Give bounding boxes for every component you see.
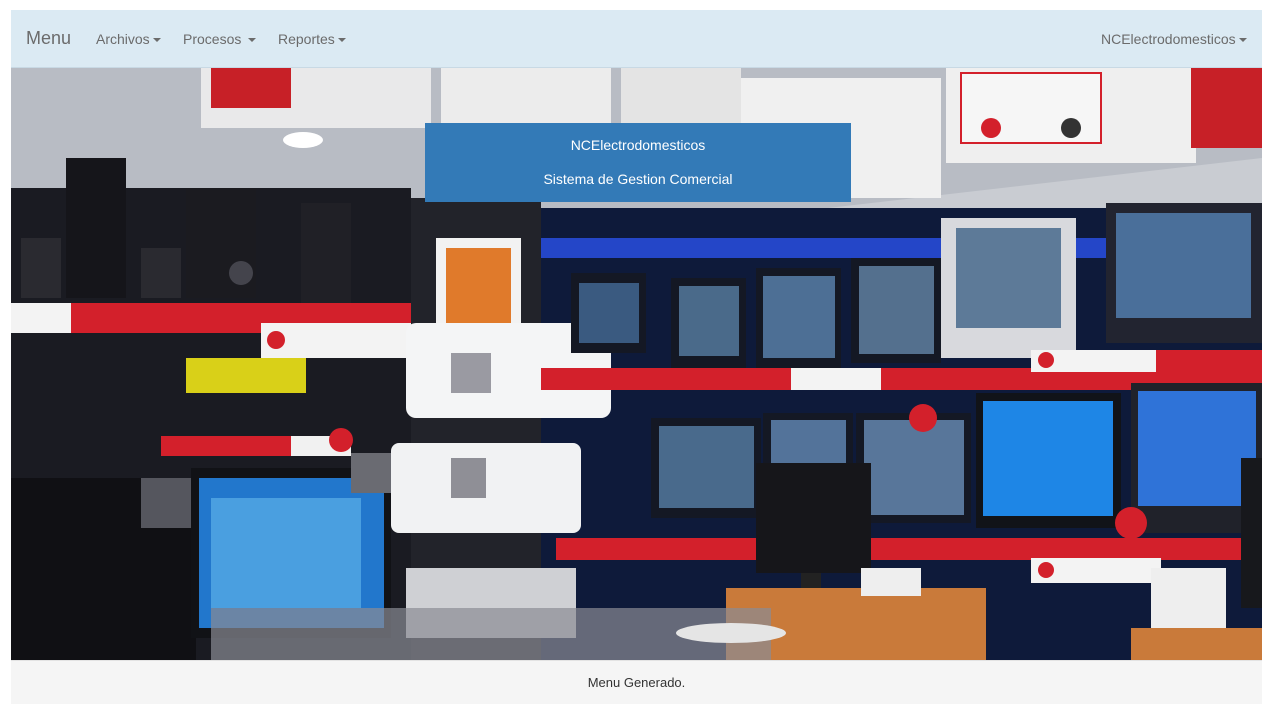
- nav-reportes-label: Reportes: [278, 31, 335, 47]
- status-message: Menu Generado.: [587, 675, 686, 690]
- nav-procesos[interactable]: Procesos: [183, 31, 257, 47]
- caret-down-icon: [152, 38, 161, 43]
- system-subtitle: Sistema de Gestion Comercial: [543, 171, 733, 187]
- nav-archivos[interactable]: Archivos: [96, 31, 161, 47]
- app-frame: Menu Archivos Procesos Reportes NCElectr…: [11, 10, 1262, 704]
- nav-reportes[interactable]: Reportes: [278, 31, 346, 47]
- status-footer: Menu Generado.: [11, 660, 1262, 704]
- nav-archivos-label: Archivos: [96, 31, 150, 47]
- caret-down-icon: [337, 38, 346, 43]
- company-name: NCElectrodomesticos: [570, 137, 706, 153]
- store-hero-image: NCElectrodomesticos Sistema de Gestion C…: [11, 68, 1262, 660]
- user-menu[interactable]: NCElectrodomesticos: [1101, 31, 1247, 47]
- nav-procesos-label: Procesos: [183, 31, 242, 47]
- menu-brand[interactable]: Menu: [26, 28, 71, 49]
- user-menu-label: NCElectrodomesticos: [1101, 31, 1236, 47]
- caret-down-icon: [1238, 38, 1247, 43]
- company-banner: NCElectrodomesticos Sistema de Gestion C…: [425, 123, 851, 202]
- top-navbar: Menu Archivos Procesos Reportes NCElectr…: [11, 10, 1262, 68]
- caret-down-icon: [248, 38, 257, 43]
